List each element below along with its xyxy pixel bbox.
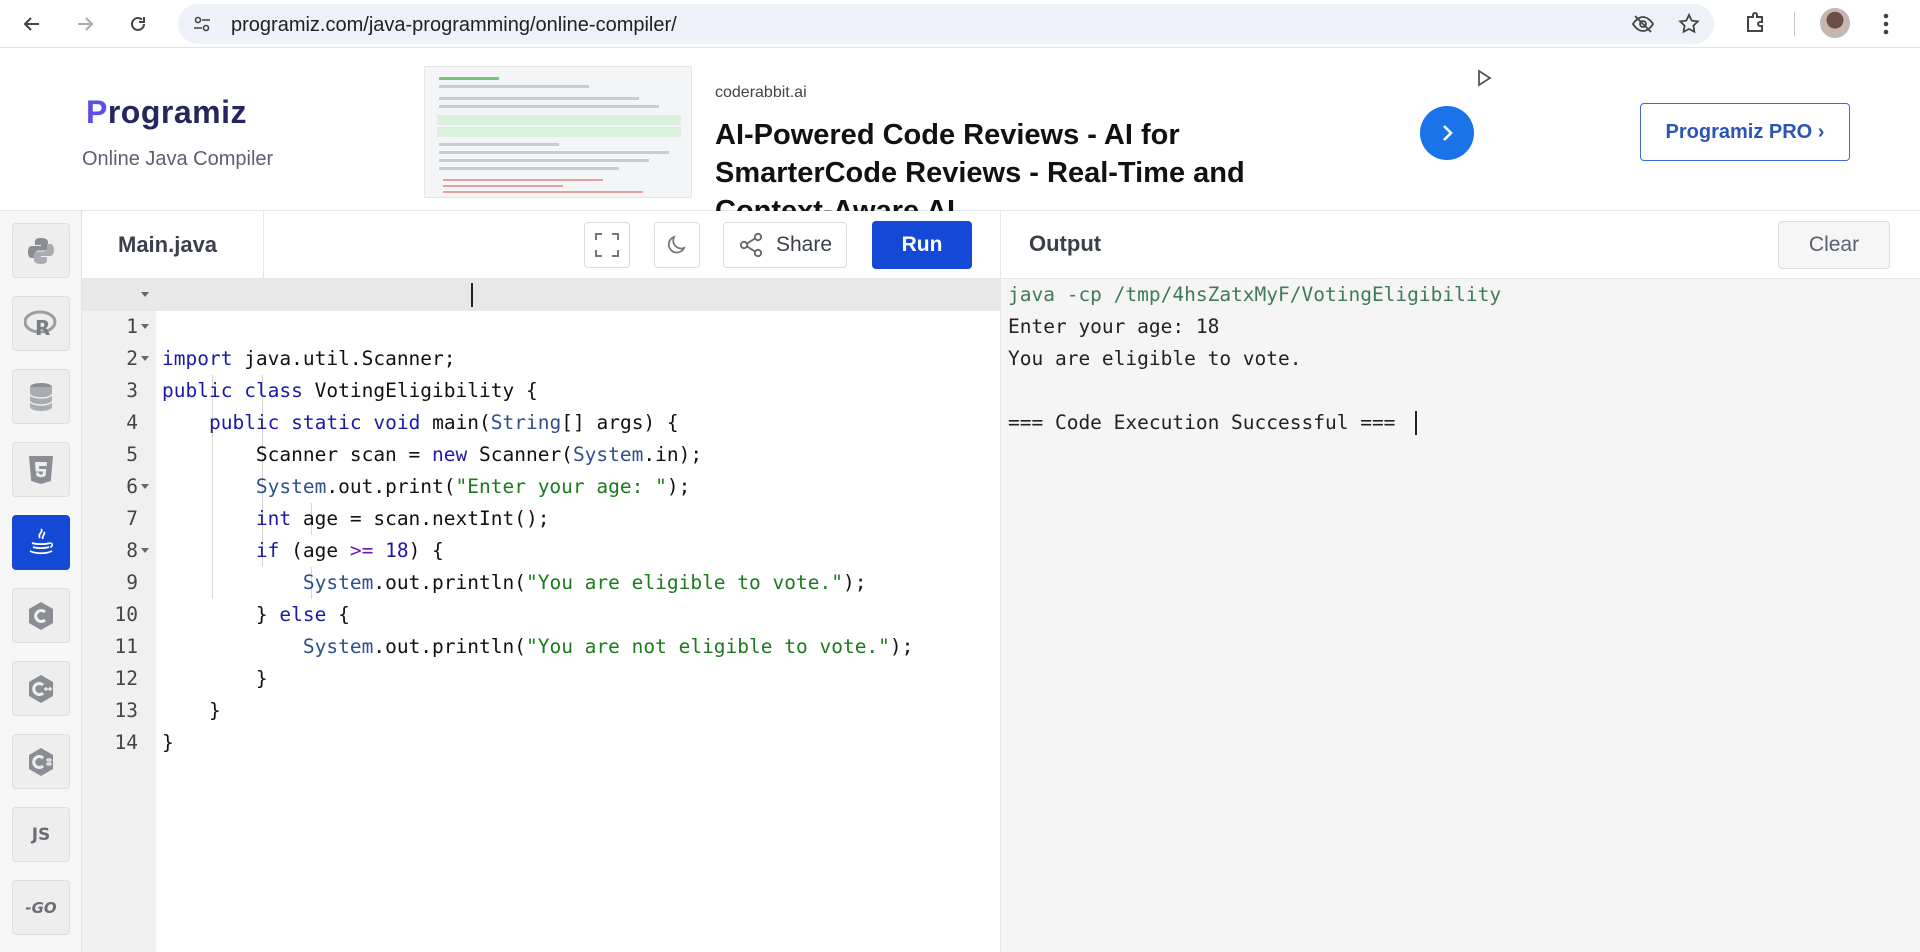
- svg-text:R: R: [35, 316, 50, 339]
- code-line: 13 }: [82, 663, 1000, 754]
- site-info-icon[interactable]: [190, 12, 214, 36]
- fold-arrow-icon[interactable]: [141, 548, 149, 553]
- code-line: 6 int age = scan.nextInt();: [82, 439, 1000, 530]
- editor-toolbar: Main.java Share Run: [82, 211, 1000, 279]
- chevron-right-icon: [1443, 125, 1453, 141]
- code-line: 2 public class VotingEligibility {: [82, 311, 1000, 402]
- logo-letter: P: [86, 94, 108, 130]
- ad-open-button[interactable]: [1420, 106, 1474, 160]
- reload-icon: [131, 16, 145, 31]
- output-line: Enter your age: 18: [1008, 315, 1220, 338]
- html5-icon[interactable]: [12, 442, 70, 497]
- output-title: Output: [1029, 231, 1102, 256]
- output-line: === Code Execution Successful ===: [1008, 411, 1396, 434]
- sql-icon[interactable]: [12, 369, 70, 424]
- bookmark-star-icon[interactable]: [1677, 12, 1701, 41]
- programiz-logo[interactable]: Programiz: [86, 94, 247, 131]
- code-line: 12 }: [82, 631, 1000, 722]
- output-line: You are eligible to vote.: [1008, 347, 1302, 370]
- url-text: programiz.com/java-programming/online-co…: [231, 14, 677, 36]
- code-line: 3 public static void main(String[] args)…: [82, 343, 1000, 434]
- share-button[interactable]: Share: [723, 222, 847, 268]
- compiler-subtitle: Online Java Compiler: [82, 148, 274, 170]
- code-line: 1 import java.util.Scanner;: [82, 279, 1000, 370]
- toolbar-divider: [1794, 12, 1795, 36]
- language-sidebar: R JS -GO: [0, 211, 82, 952]
- csharp-icon[interactable]: [12, 734, 70, 789]
- code-line: 8 System.out.println("You are eligible t…: [82, 503, 1000, 594]
- python-icon[interactable]: [12, 223, 70, 278]
- forward-arrow-icon: [78, 17, 94, 31]
- fold-arrow-icon[interactable]: [141, 484, 149, 489]
- code-line: 14: [82, 695, 1000, 754]
- java-icon[interactable]: [12, 515, 70, 570]
- browser-toolbar: programiz.com/java-programming/online-co…: [0, 0, 1920, 48]
- code-line: 9 } else {: [82, 535, 1000, 626]
- output-console[interactable]: java -cp /tmp/4hsZatxMyF/VotingEligibili…: [1000, 279, 1920, 952]
- code-line: 10 System.out.println("You are not eligi…: [82, 567, 1000, 658]
- programiz-pro-button[interactable]: Programiz PRO ›: [1640, 103, 1850, 161]
- browser-menu-icon[interactable]: [1874, 8, 1898, 40]
- fullscreen-button[interactable]: [584, 222, 630, 268]
- code-line: 7 if (age >= 18) {: [82, 471, 1000, 562]
- c-icon[interactable]: [12, 588, 70, 643]
- code-editor[interactable]: 1 import java.util.Scanner; 2 public cla…: [82, 279, 1000, 952]
- share-label: Share: [776, 233, 833, 256]
- ad-choices-icon[interactable]: [1474, 68, 1494, 93]
- code-line: 11 }: [82, 599, 1000, 690]
- forward-button[interactable]: [69, 8, 101, 40]
- line-number: 14: [114, 731, 138, 754]
- moon-icon: [667, 235, 686, 254]
- site-header: Programiz Online Java Compiler coderabbi…: [0, 48, 1920, 227]
- reload-button[interactable]: [122, 8, 154, 40]
- code-line: 5 System.out.print("Enter your age: ");: [82, 407, 1000, 498]
- ad-domain: coderabbit.ai: [715, 84, 807, 101]
- theme-toggle-button[interactable]: [654, 222, 700, 268]
- fullscreen-icon: [595, 233, 619, 257]
- r-icon[interactable]: R: [12, 296, 70, 351]
- js-label: JS: [31, 824, 51, 845]
- back-arrow-icon: [23, 17, 39, 31]
- address-bar[interactable]: programiz.com/java-programming/online-co…: [178, 4, 1714, 44]
- logo-text: rogramiz: [107, 94, 247, 130]
- run-button[interactable]: Run: [872, 221, 972, 269]
- fold-arrow-icon[interactable]: [141, 292, 149, 297]
- text-cursor: [471, 283, 473, 307]
- back-button[interactable]: [16, 8, 48, 40]
- profile-avatar[interactable]: [1820, 8, 1850, 38]
- ad-thumbnail[interactable]: [424, 66, 692, 198]
- output-cursor: [1415, 411, 1417, 435]
- code-text: }: [162, 731, 174, 754]
- output-toolbar: Output Clear: [1000, 211, 1920, 279]
- go-label: -GO: [25, 898, 57, 917]
- eye-off-icon[interactable]: [1631, 12, 1655, 41]
- extensions-icon[interactable]: [1742, 9, 1770, 42]
- share-icon: [739, 232, 763, 258]
- fold-arrow-icon[interactable]: [141, 324, 149, 329]
- js-icon[interactable]: JS: [12, 807, 70, 862]
- go-icon[interactable]: -GO: [12, 880, 70, 935]
- fold-arrow-icon[interactable]: [141, 356, 149, 361]
- cpp-icon[interactable]: [12, 661, 70, 716]
- file-tab-main-java[interactable]: Main.java: [82, 211, 264, 279]
- code-line: 4 Scanner scan = new Scanner(System.in);: [82, 375, 1000, 466]
- clear-button[interactable]: Clear: [1778, 221, 1890, 269]
- output-line: java -cp /tmp/4hsZatxMyF/VotingEligibili…: [1008, 283, 1502, 306]
